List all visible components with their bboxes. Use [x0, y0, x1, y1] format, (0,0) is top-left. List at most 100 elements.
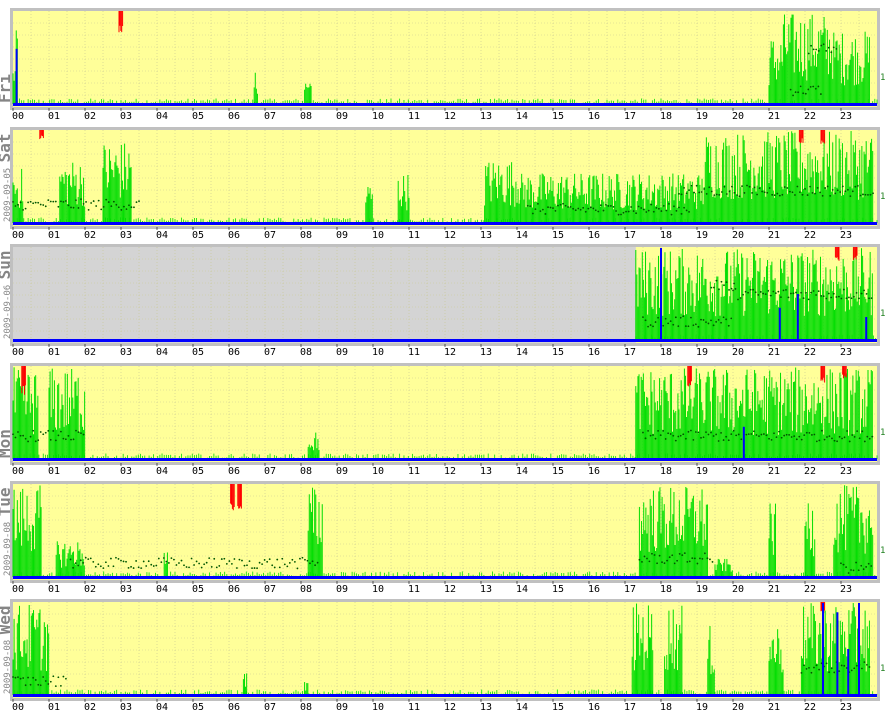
data-point	[853, 667, 856, 670]
data-point	[80, 198, 82, 201]
data-point	[82, 433, 85, 436]
data-point	[794, 91, 797, 94]
data-point	[804, 92, 807, 95]
data-point	[19, 434, 22, 437]
data-point	[838, 435, 841, 438]
tick-label: 00	[12, 584, 24, 595]
data-point	[125, 208, 128, 211]
data-point	[165, 560, 168, 563]
data-point	[637, 205, 640, 208]
data-point	[574, 209, 577, 212]
data-point	[65, 438, 67, 441]
data-point	[661, 561, 663, 564]
data-point	[667, 322, 670, 325]
data-point	[47, 199, 50, 202]
data-point	[75, 429, 77, 432]
data-point	[706, 557, 709, 560]
data-point	[589, 206, 592, 209]
tick-label: 22	[804, 111, 816, 122]
data-point	[863, 440, 866, 443]
data-point	[700, 436, 702, 439]
data-point	[652, 210, 655, 213]
tick-label: 11	[408, 584, 420, 595]
tick-label: 01	[48, 466, 60, 477]
data-point	[787, 296, 790, 299]
baseline	[13, 458, 877, 461]
data-point	[672, 323, 675, 326]
tick-label: 12	[444, 230, 456, 241]
data-point	[597, 210, 600, 213]
tick-label: 16	[588, 347, 600, 358]
data-point	[642, 431, 644, 434]
tick-label: 13	[480, 466, 492, 477]
data-point	[132, 567, 135, 569]
data-point	[37, 201, 40, 204]
data-point	[643, 555, 646, 558]
tick-label: 06	[228, 111, 240, 122]
data-point	[42, 204, 45, 206]
data-point	[92, 200, 95, 202]
data-point	[752, 288, 755, 291]
data-point	[654, 321, 657, 323]
data-point	[256, 567, 258, 570]
data-point	[238, 558, 241, 561]
tick-label: 07	[264, 347, 276, 358]
data-point	[253, 567, 256, 569]
tick-label: 12	[444, 111, 456, 122]
data-point	[707, 322, 710, 325]
data-point	[782, 289, 785, 292]
data-point	[737, 433, 740, 436]
data-point	[768, 187, 771, 189]
tick-label: 06	[228, 466, 240, 477]
data-point	[867, 562, 870, 565]
data-point	[536, 202, 539, 205]
tick-label: 10	[372, 230, 384, 241]
data-point	[65, 200, 67, 202]
tick-label: 12	[444, 347, 456, 358]
data-point	[856, 430, 859, 433]
data-point	[49, 680, 52, 683]
data-point	[685, 192, 688, 195]
data-point	[587, 207, 590, 210]
data-point	[785, 433, 788, 436]
data-point	[777, 290, 780, 293]
data-point	[863, 661, 866, 664]
data-point	[733, 282, 735, 285]
data-point	[659, 434, 662, 437]
daily-traffic-chart: 1Fri00 01 02 03 04 05 06 07 08 09 10 11 12 13 14 15 16 17…	[0, 0, 885, 714]
data-point	[827, 46, 830, 49]
data-point	[662, 204, 665, 207]
data-point	[688, 210, 690, 213]
data-point	[799, 191, 801, 194]
data-point	[769, 294, 772, 297]
data-point	[54, 439, 57, 442]
data-point	[755, 434, 758, 436]
tick-label: 19	[696, 230, 708, 241]
data-point	[770, 439, 773, 441]
data-point	[853, 435, 856, 438]
data-point	[815, 664, 818, 667]
data-point	[868, 666, 871, 668]
tick-label: 08	[300, 702, 312, 713]
tick-label: 01	[48, 230, 60, 241]
data-point	[708, 186, 711, 189]
data-point	[62, 200, 65, 203]
tick-label: 09	[336, 466, 348, 477]
data-point	[817, 290, 820, 293]
tick-label: 14	[516, 230, 528, 241]
tick-label: 05	[192, 702, 204, 713]
data-point	[293, 560, 296, 563]
tick-label: 04	[156, 466, 168, 477]
data-point	[666, 559, 669, 562]
data-point	[717, 318, 720, 321]
tick-label: 16	[588, 584, 600, 595]
data-point	[656, 562, 658, 565]
data-point	[657, 316, 660, 319]
data-point	[95, 205, 98, 207]
data-point	[220, 558, 223, 560]
data-point	[678, 552, 681, 555]
data-point	[686, 560, 689, 563]
data-point	[815, 48, 818, 51]
data-point	[14, 205, 17, 207]
data-point	[832, 46, 835, 49]
